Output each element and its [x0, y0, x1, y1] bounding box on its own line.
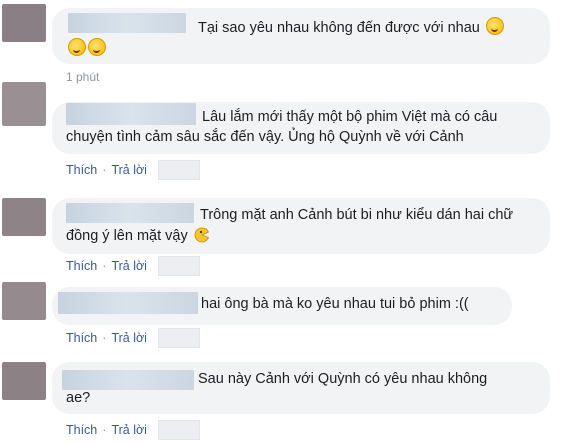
- avatar[interactable]: [2, 282, 46, 320]
- like-link[interactable]: Thích: [66, 331, 97, 345]
- reply-link[interactable]: Trả lời: [111, 331, 147, 345]
- commenter-name[interactable]: [58, 292, 198, 314]
- comment-text-line2: chuyện tình cảm sâu sắc đến vậy. Ủng hộ …: [66, 129, 464, 145]
- comment-text-line1: Lâu lắm mới thấy một bộ phim Việt mà có …: [202, 109, 498, 125]
- reaction-placeholder: [157, 420, 200, 440]
- comment-text-line2: đồng ý lên mặt vậy: [66, 226, 210, 247]
- comment-text: Tại sao yêu nhau không đến được với nhau: [198, 17, 504, 39]
- avatar[interactable]: [2, 362, 46, 400]
- like-link[interactable]: Thích: [66, 259, 97, 273]
- commenter-name[interactable]: [66, 203, 194, 223]
- comment-actions: Thích · Trả lời: [66, 328, 200, 348]
- separator: ·: [102, 259, 107, 273]
- reaction-placeholder: [157, 160, 200, 180]
- reply-link[interactable]: Trả lời: [111, 163, 147, 177]
- comment-actions: Thích · Trả lời: [66, 420, 200, 440]
- avatar[interactable]: [2, 198, 46, 236]
- comment-text-line1: Trông mặt anh Cảnh bút bi như kiểu dán h…: [200, 207, 514, 223]
- reaction-placeholder: [157, 256, 200, 276]
- laughing-tears-icon: [88, 38, 106, 56]
- like-link[interactable]: Thích: [66, 163, 97, 177]
- reply-link[interactable]: Trả lời: [111, 423, 147, 437]
- comment-text-line2: ae?: [66, 390, 91, 406]
- comment-text-line1: Sau này Cảnh với Quỳnh có yêu nhau không: [198, 371, 488, 387]
- pacman-face-icon: [194, 227, 209, 243]
- laughing-tears-icon: [68, 38, 86, 56]
- comment-timestamp[interactable]: 1 phút: [66, 70, 99, 84]
- commenter-name[interactable]: [68, 13, 186, 33]
- reaction-placeholder: [157, 328, 200, 348]
- separator: ·: [102, 163, 107, 177]
- comment-emoji-line: [66, 38, 106, 60]
- commenter-name[interactable]: [62, 370, 194, 390]
- comment-actions: Thích · Trả lời: [66, 160, 200, 180]
- commenter-name[interactable]: [66, 103, 196, 125]
- separator: ·: [102, 423, 107, 437]
- laughing-tears-icon: [485, 17, 504, 35]
- avatar[interactable]: [2, 82, 46, 126]
- reply-link[interactable]: Trả lời: [111, 259, 147, 273]
- comment-actions: Thích · Trả lời: [66, 256, 200, 276]
- like-link[interactable]: Thích: [66, 423, 97, 437]
- avatar[interactable]: [2, 4, 46, 42]
- separator: ·: [102, 331, 107, 345]
- comment-text: hai ông bà mà ko yêu nhau tui bỏ phim :(…: [201, 296, 469, 312]
